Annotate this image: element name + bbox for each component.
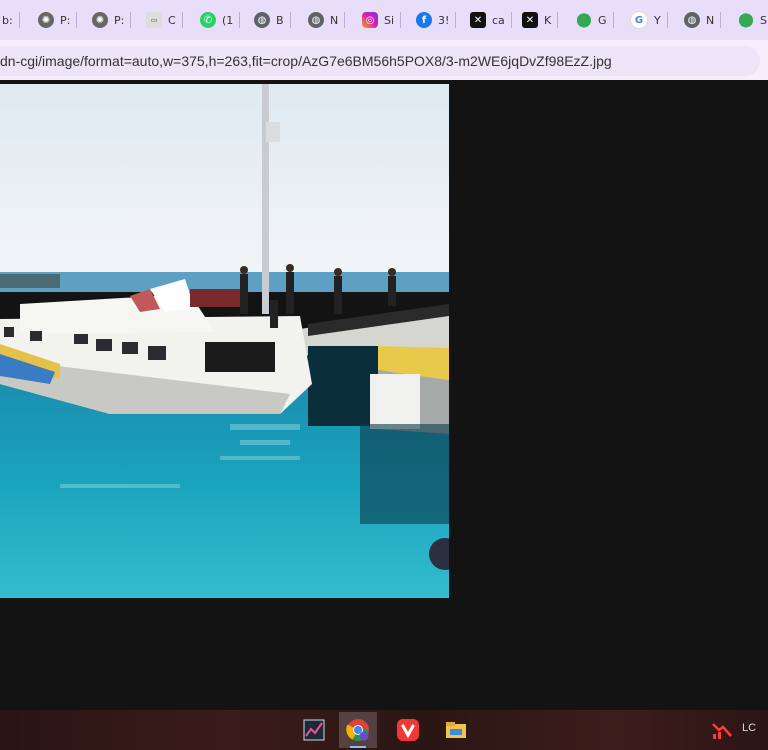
tab-14[interactable]: ⬤ S	[738, 8, 767, 32]
whatsapp-icon: ✆	[200, 12, 216, 28]
tray-chart-icon[interactable]	[702, 712, 742, 748]
tab-label: N	[330, 13, 339, 27]
tab-label: K	[544, 13, 552, 27]
tab-1[interactable]: ✺ P:	[38, 8, 78, 32]
capcut-icon: ✕	[470, 12, 486, 28]
tab-label: N	[706, 13, 715, 27]
tab-label: P:	[60, 13, 71, 27]
tray-label: LC	[742, 722, 757, 734]
tab-label: S	[760, 13, 767, 27]
globe-icon: ◍	[254, 12, 270, 28]
tab-label: G	[598, 13, 607, 27]
taskbar	[0, 710, 768, 750]
address-bar-area: dn-cgi/image/format=auto,w=375,h=263,fit…	[0, 40, 768, 80]
tab-5[interactable]: ◍ B	[254, 8, 291, 32]
maps-pin-icon: ⬤	[738, 12, 754, 28]
tab-12[interactable]: G Y	[630, 8, 668, 32]
chatgpt-icon: ✺	[38, 12, 54, 28]
tab-label: Si	[384, 13, 395, 27]
capcut-icon: ✕	[522, 12, 538, 28]
harbor-boat-photo[interactable]	[0, 84, 449, 598]
tab-9[interactable]: ✕ ca	[470, 8, 512, 32]
facebook-icon: f	[416, 12, 432, 28]
vivaldi-icon[interactable]	[389, 712, 427, 748]
instagram-icon: ◎	[362, 12, 378, 28]
google-icon: G	[630, 11, 648, 29]
tab-2[interactable]: ✺ P:	[92, 8, 132, 32]
harbor-boat-image	[0, 84, 449, 598]
page-viewport	[0, 84, 768, 710]
tab-label: ca	[492, 13, 505, 27]
tab-label: B	[276, 13, 284, 27]
tab-label: 3!	[438, 13, 450, 27]
tab-10[interactable]: ✕ K	[522, 8, 559, 32]
tab-label: P:	[114, 13, 125, 27]
site-thumbnail-icon: ▭	[146, 12, 162, 28]
stock-chart-app-icon[interactable]	[295, 712, 333, 748]
tab-11[interactable]: ⬤ G	[576, 8, 614, 32]
chrome-icon[interactable]	[339, 712, 377, 748]
tab-4[interactable]: ✆ (1	[200, 8, 241, 32]
maps-pin-icon: ⬤	[576, 12, 592, 28]
tab-label: Y	[654, 13, 661, 27]
globe-icon: ◍	[308, 12, 324, 28]
tab-3[interactable]: ▭ C	[146, 8, 183, 32]
tab-8[interactable]: f 3!	[416, 8, 457, 32]
tab-label: b:	[2, 13, 13, 27]
tab-label: C	[168, 13, 176, 27]
url-text[interactable]: dn-cgi/image/format=auto,w=375,h=263,fit…	[0, 53, 612, 69]
chatgpt-icon: ✺	[92, 12, 108, 28]
globe-icon: ◍	[684, 12, 700, 28]
tab-7[interactable]: ◎ Si	[362, 8, 402, 32]
file-explorer-icon[interactable]	[437, 712, 475, 748]
tab-label: (1	[222, 13, 234, 27]
tab-0[interactable]: b:	[2, 8, 20, 32]
tab-6[interactable]: ◍ N	[308, 8, 346, 32]
tab-13[interactable]: ◍ N	[684, 8, 722, 32]
tab-strip: b: ✺ P: ✺ P: ▭ C ✆ (1 ◍ B ◍ N ◎ Si f 3!	[0, 0, 768, 40]
